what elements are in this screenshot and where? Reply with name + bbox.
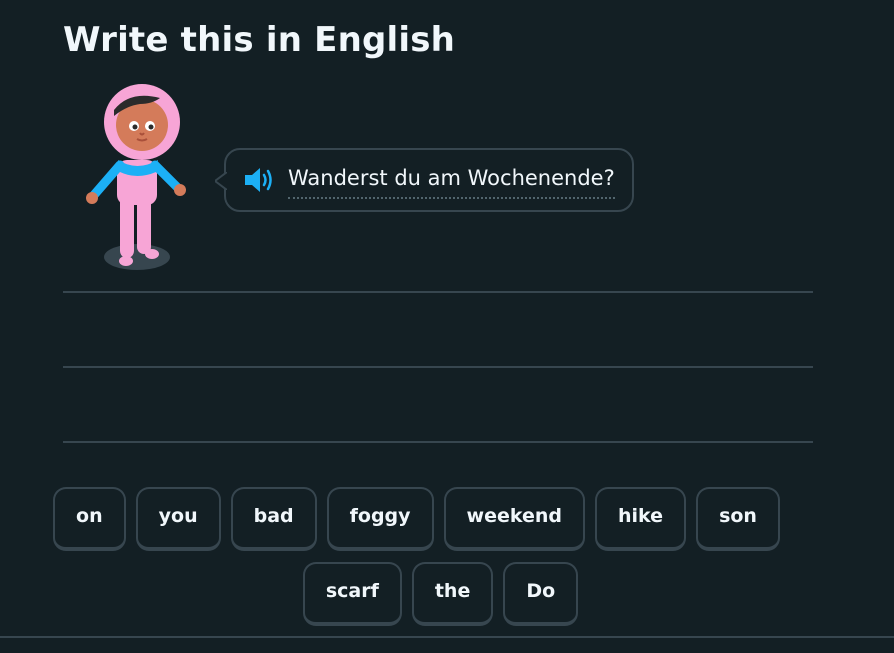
word-bank-row: scarf the Do [0,562,894,626]
word-bank-row: on you bad foggy weekend hike son [0,487,894,551]
word-tile-hike[interactable]: hike [595,487,687,551]
word-tile-foggy[interactable]: foggy [326,487,434,551]
word-tile-weekend[interactable]: weekend [443,487,585,551]
answer-line [63,366,813,368]
word-tile-scarf[interactable]: scarf [302,562,402,626]
speech-bubble: Wanderst du am Wochenende? [215,148,634,212]
speaker-icon[interactable] [242,166,276,194]
word-tile-the[interactable]: the [411,562,494,626]
answer-line [63,441,813,443]
word-bank: on you bad foggy weekend hike son scarf … [0,487,894,637]
word-tile-bad[interactable]: bad [230,487,317,551]
word-tile-do[interactable]: Do [503,562,579,626]
prompt-sentence[interactable]: Wanderst du am Wochenende? [288,167,615,199]
exercise-title: Write this in English [63,20,456,60]
footer-divider [0,636,894,638]
word-tile-on[interactable]: on [53,487,126,551]
answer-area[interactable] [63,291,813,443]
answer-line [63,291,813,293]
word-tile-you[interactable]: you [135,487,221,551]
character-avatar [80,80,195,280]
exercise-screen: Write this in English Wanderst du am Woc… [0,0,894,653]
word-tile-son[interactable]: son [696,487,780,551]
